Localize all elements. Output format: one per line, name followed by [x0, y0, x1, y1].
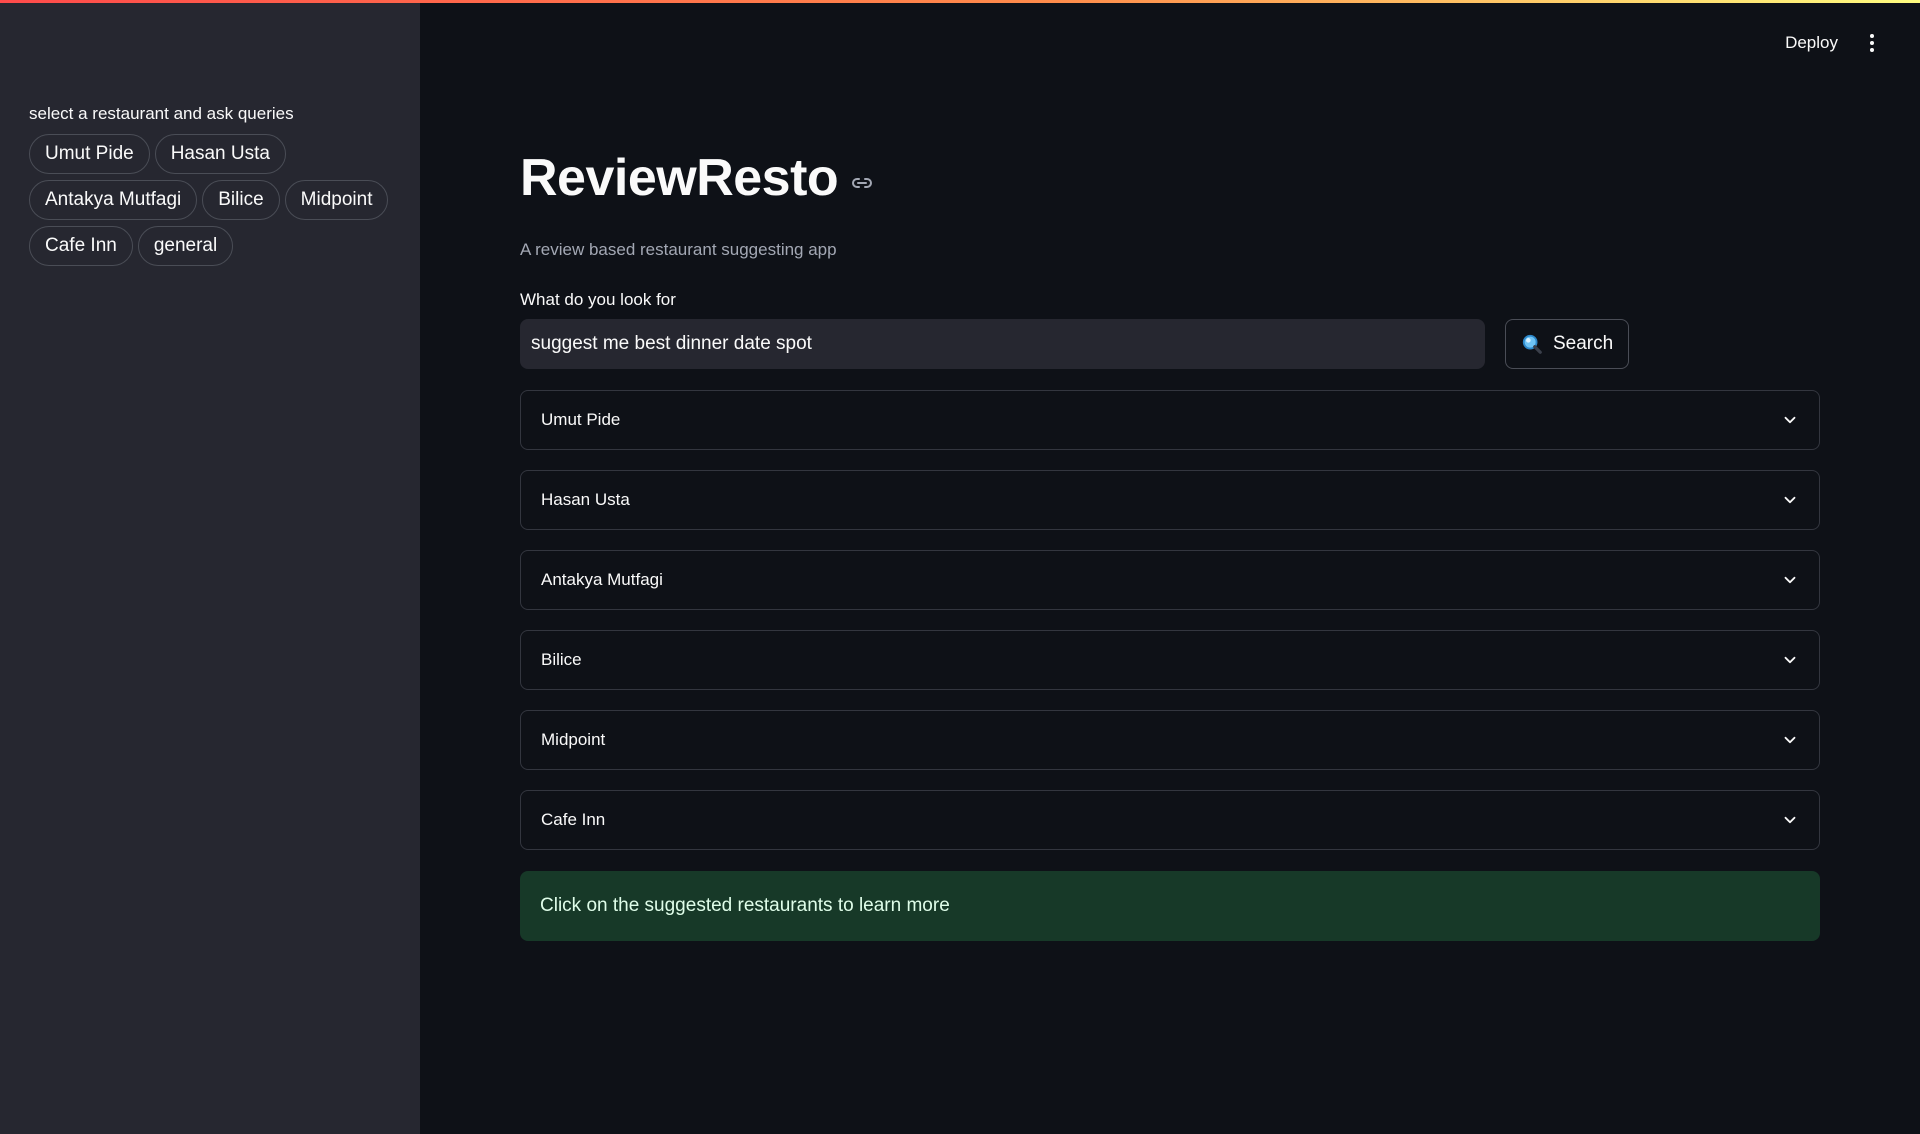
- sidebar: select a restaurant and ask queries Umut…: [0, 0, 420, 1134]
- chevron-down-icon: [1784, 816, 1796, 824]
- header-actions: Deploy: [1785, 32, 1878, 54]
- expander-bilice[interactable]: Bilice: [520, 630, 1820, 690]
- expander-label: Bilice: [541, 650, 582, 669]
- expander-label: Umut Pide: [541, 410, 621, 429]
- chevron-down-icon: [1784, 736, 1796, 744]
- link-icon[interactable]: [850, 171, 874, 195]
- magnifier-icon: [1522, 334, 1542, 354]
- pill-general[interactable]: general: [137, 226, 234, 266]
- expander-midpoint[interactable]: Midpoint: [520, 710, 1820, 770]
- expander-umut-pide[interactable]: Umut Pide: [520, 390, 1820, 450]
- search-row: Search: [520, 319, 1820, 369]
- page-title: ReviewResto: [520, 149, 839, 207]
- expander-label: Cafe Inn: [541, 810, 606, 829]
- search-button-label: Search: [1553, 333, 1614, 354]
- query-input[interactable]: [520, 319, 1485, 369]
- content: ReviewResto A review based restaurant su…: [520, 148, 1820, 941]
- expander-label: Hasan Usta: [541, 490, 630, 509]
- restaurant-expanders: Umut Pide Hasan Usta Antakya Mutfagi Bil…: [520, 390, 1820, 850]
- pill-cafe-inn[interactable]: Cafe Inn: [29, 226, 133, 266]
- sidebar-label: select a restaurant and ask queries: [29, 104, 294, 123]
- chevron-down-icon: [1784, 576, 1796, 584]
- pill-hasan-usta[interactable]: Hasan Usta: [154, 134, 286, 174]
- chevron-down-icon: [1784, 496, 1796, 504]
- pill-midpoint[interactable]: Midpoint: [284, 180, 389, 220]
- chevron-down-icon: [1784, 656, 1796, 664]
- expander-antakya-mutfagi[interactable]: Antakya Mutfagi: [520, 550, 1820, 610]
- expander-label: Antakya Mutfagi: [541, 570, 663, 589]
- chevron-down-icon: [1784, 416, 1796, 424]
- more-vertical-icon[interactable]: [1866, 32, 1878, 54]
- search-button[interactable]: Search: [1505, 319, 1630, 369]
- pill-umut-pide[interactable]: Umut Pide: [29, 134, 150, 174]
- deploy-button[interactable]: Deploy: [1785, 33, 1838, 53]
- main-area: Deploy ReviewResto A review based restau…: [420, 0, 1920, 1134]
- top-decoration-bar: [0, 0, 1920, 3]
- restaurant-pill-group: Umut Pide Hasan Usta Antakya Mutfagi Bil…: [29, 134, 409, 266]
- pill-bilice[interactable]: Bilice: [202, 180, 280, 220]
- success-message: Click on the suggested restaurants to le…: [540, 895, 950, 916]
- pill-antakya-mutfagi[interactable]: Antakya Mutfagi: [29, 180, 198, 220]
- page-subtitle: A review based restaurant suggesting app: [520, 240, 837, 259]
- expander-hasan-usta[interactable]: Hasan Usta: [520, 470, 1820, 530]
- title-row: ReviewResto: [520, 148, 1820, 208]
- query-label: What do you look for: [520, 290, 676, 309]
- success-banner: Click on the suggested restaurants to le…: [520, 871, 1820, 941]
- expander-cafe-inn[interactable]: Cafe Inn: [520, 790, 1820, 850]
- expander-label: Midpoint: [541, 730, 606, 749]
